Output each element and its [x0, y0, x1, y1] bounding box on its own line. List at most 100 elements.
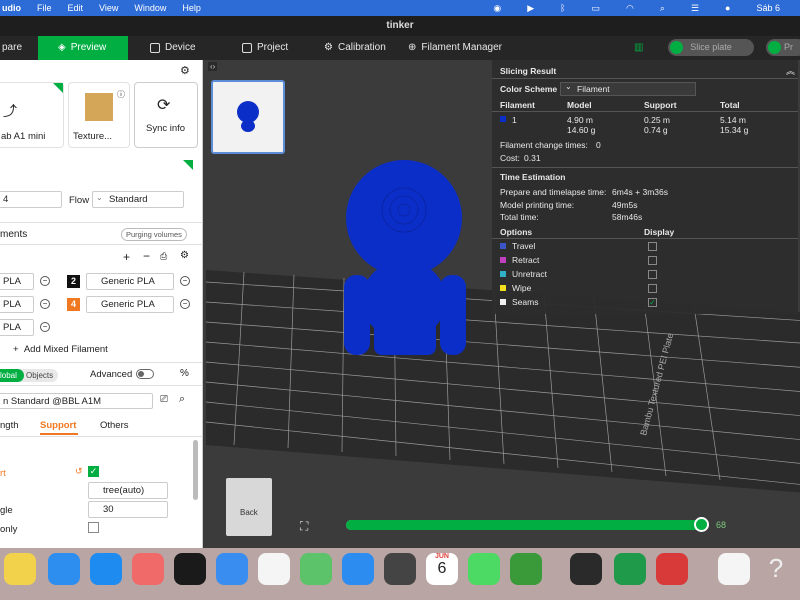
tab-others[interactable]: Others	[100, 420, 129, 431]
filament-4-swatch[interactable]: 4	[67, 298, 80, 311]
slice-plate-button[interactable]: Slice plate	[668, 39, 754, 56]
layout-icon[interactable]: ▥	[634, 36, 643, 60]
filament-2-select[interactable]: Generic PLA	[86, 273, 174, 290]
record-icon[interactable]: ◉	[493, 3, 501, 14]
calculator-app-icon[interactable]	[384, 553, 416, 585]
tab-device[interactable]: Device	[150, 36, 196, 60]
filament-3-select[interactable]: PLA	[0, 296, 34, 313]
sync-filament-icon[interactable]: ⎙	[160, 251, 167, 262]
remove-filament-icon[interactable]: −	[180, 276, 190, 286]
scrollbar[interactable]	[193, 440, 198, 500]
view-cube[interactable]: Back	[226, 478, 272, 536]
search-icon[interactable]: ⌕	[179, 393, 185, 406]
mail-app-icon[interactable]	[216, 553, 248, 585]
battery-icon[interactable]: ▭	[592, 3, 601, 14]
unretract-checkbox[interactable]	[648, 270, 657, 279]
menu-view[interactable]: View	[99, 3, 118, 13]
wipe-checkbox[interactable]	[648, 284, 657, 293]
tab-preview[interactable]: ◈ Preview	[38, 36, 128, 60]
filament-2-swatch[interactable]: 2	[67, 275, 80, 288]
seams-checkbox[interactable]: ✓	[648, 298, 657, 307]
advanced-toggle[interactable]	[136, 369, 154, 379]
maps-app-icon[interactable]	[300, 553, 332, 585]
photo-booth-app-icon[interactable]	[570, 553, 602, 585]
minecraft-app-icon[interactable]	[510, 553, 542, 585]
launchpad-app-icon[interactable]	[132, 553, 164, 585]
remove-filament-icon[interactable]: −	[180, 299, 190, 309]
divider	[492, 111, 798, 112]
support-type-select[interactable]: tree(auto)	[88, 482, 168, 499]
tab-objects[interactable]: Objects	[26, 371, 53, 380]
chevron-down-icon: ⌄	[96, 193, 103, 202]
notes-app-icon[interactable]	[4, 553, 36, 585]
remove-filament-icon[interactable]: −	[143, 249, 150, 263]
fit-view-icon[interactable]: ⛶	[300, 519, 308, 534]
save-icon[interactable]: ⎚	[160, 394, 168, 405]
safari-app-icon[interactable]	[48, 553, 80, 585]
reset-icon[interactable]: ↺	[75, 466, 83, 477]
tab-prepare[interactable]: pare	[0, 36, 38, 60]
build-plate-only-checkbox[interactable]	[88, 522, 99, 533]
wifi-icon[interactable]: ◠	[626, 3, 634, 14]
add-filament-icon[interactable]: +	[123, 250, 130, 264]
unknown-app-icon[interactable]: ?	[760, 553, 792, 585]
menu-help[interactable]: Help	[182, 3, 201, 13]
add-mixed-filament-button[interactable]: + Add Mixed Filament	[13, 344, 108, 355]
tab-project[interactable]: Project	[242, 36, 288, 60]
filament-settings-icon[interactable]: ⚙	[180, 250, 189, 261]
printer-settings-icon[interactable]: ⚙	[180, 64, 190, 77]
process-profile-select[interactable]: n Standard @BBL A1M	[0, 393, 153, 409]
bluetooth-icon[interactable]: ᛒ	[560, 3, 565, 13]
play-icon[interactable]: ▶	[527, 3, 534, 14]
menu-file[interactable]: File	[37, 3, 52, 13]
app-menu[interactable]: udio	[2, 3, 21, 13]
tab-filament-manager[interactable]: ⊕ Filament Manager	[408, 36, 502, 60]
color-scheme-select[interactable]: ⌄ Filament	[560, 82, 696, 96]
nozzle-input[interactable]: 4	[0, 191, 62, 208]
tab-strength[interactable]: ngth	[0, 420, 19, 431]
filament-1-select[interactable]: PLA	[0, 273, 34, 290]
prepare-time-label: Prepare and timelapse time:	[500, 187, 607, 197]
printer-card[interactable]: ⤴ ab A1 mini	[0, 82, 64, 148]
plate-thumbnail[interactable]	[211, 80, 285, 154]
compare-icon[interactable]: %	[180, 368, 189, 379]
tab-global[interactable]: lobal	[0, 369, 24, 382]
sync-icon: ⟳	[157, 97, 171, 114]
threshold-angle-input[interactable]: 30	[88, 501, 168, 518]
filament-4-select[interactable]: Generic PLA	[86, 296, 174, 313]
flow-select[interactable]: Standard	[92, 191, 184, 208]
sync-info-button[interactable]: ⟳ Sync info	[134, 82, 198, 148]
siri-icon[interactable]: ●	[725, 3, 730, 13]
filament-5-select[interactable]: PLA	[0, 319, 34, 336]
screenshot-app-icon[interactable]	[656, 553, 688, 585]
collapse-icon[interactable]: ︽	[786, 64, 795, 77]
purging-volumes-button[interactable]: Purging volumes	[121, 228, 187, 241]
seams-swatch	[500, 299, 506, 305]
tab-support[interactable]: Support	[40, 420, 76, 431]
remove-filament-icon[interactable]: −	[40, 276, 50, 286]
info-icon[interactable]: ⓘ	[117, 89, 125, 100]
tab-calibration[interactable]: ⚙ Calibration	[324, 36, 386, 60]
clock[interactable]: Sáb 6	[756, 3, 780, 13]
photos-app-icon[interactable]	[258, 553, 290, 585]
enable-support-checkbox[interactable]: ✓	[88, 466, 99, 477]
menu-edit[interactable]: Edit	[68, 3, 84, 13]
remove-filament-icon[interactable]: −	[40, 322, 50, 332]
messages-app-icon[interactable]	[468, 553, 500, 585]
zoom-app-icon[interactable]	[342, 553, 374, 585]
voice-memos-app-icon[interactable]	[174, 553, 206, 585]
print-button[interactable]: Pr	[766, 39, 800, 56]
search-icon[interactable]: ⌕	[660, 3, 665, 14]
bambu-studio-app-icon[interactable]	[614, 553, 646, 585]
travel-checkbox[interactable]	[648, 242, 657, 251]
calendar-app-icon[interactable]: JUN 6	[426, 553, 458, 585]
png-file-icon[interactable]	[718, 553, 750, 585]
control-center-icon[interactable]: ☰	[691, 3, 699, 14]
app-store-app-icon[interactable]	[90, 553, 122, 585]
menu-window[interactable]: Window	[134, 3, 166, 13]
remove-filament-icon[interactable]: −	[40, 299, 50, 309]
retract-checkbox[interactable]	[648, 256, 657, 265]
global-objects-switch[interactable]: lobal Objects	[0, 369, 58, 382]
plate-type-card[interactable]: ⓘ Texture...	[68, 82, 130, 148]
layer-slider-handle[interactable]	[694, 517, 709, 532]
